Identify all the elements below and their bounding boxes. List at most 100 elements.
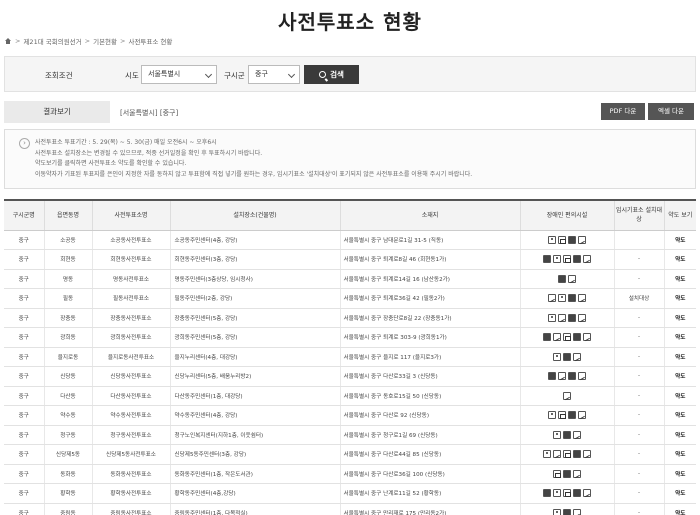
map-link[interactable]: 약도 [663, 308, 696, 328]
map-link[interactable]: 약도 [663, 425, 696, 445]
cell-facilities [519, 269, 614, 289]
map-link[interactable]: 약도 [663, 503, 696, 515]
cell-gu: 중구 [4, 288, 44, 309]
accessibility-icon [558, 313, 566, 322]
cell-place: 명동주민센터(3층상당, 임시청사) [169, 269, 340, 289]
notice-line: 사전투표소 설치장소는 변경될 수 있으므로, 적중 선거일정을 확인 후 투표… [35, 149, 263, 157]
excel-download-button[interactable]: 엑셀 다운 [648, 103, 694, 120]
cell-facilities [519, 366, 614, 387]
cell-dong: 약수동 [43, 405, 92, 426]
col-header: 소재지 [339, 199, 520, 231]
map-link[interactable]: 약도 [663, 444, 696, 465]
breadcrumb-item-election[interactable]: 제21대 국회의원선거 [23, 36, 81, 46]
tab-result[interactable]: 결과보기 [4, 101, 110, 123]
home-icon[interactable] [4, 37, 12, 45]
accessibility-icon [568, 372, 576, 381]
cell-temp-booth: - [613, 405, 664, 426]
cell-facilities [519, 386, 614, 406]
cell-gu: 중구 [4, 464, 44, 484]
cell-address: 서울특별시 중구 다산로 92 (신당동) [339, 405, 520, 426]
accessibility-icon [558, 274, 566, 283]
cell-dong: 회현동 [43, 249, 92, 270]
col-header: 설치장소(건물명) [169, 199, 340, 231]
cell-gu: 중구 [4, 308, 44, 328]
table-row: 중구 동화동 동화동사전투표소 동화동주민센터(1층, 작은도서관) 서울특별시 중구 … [4, 464, 696, 484]
cell-temp-booth: - [613, 425, 664, 445]
accessibility-icon [548, 372, 556, 381]
cell-place: 중림동주민센터(1층, 다목적실) [169, 503, 340, 515]
map-link[interactable]: 약도 [663, 405, 696, 426]
cell-address: 서울특별시 중구 다산로33길 3 (신당동) [339, 366, 520, 387]
cell-station-name: 황학동사전투표소 [91, 483, 170, 504]
cell-gu: 중구 [4, 366, 44, 387]
cell-temp-booth: - [613, 503, 664, 515]
cell-place: 황학동주민센터(4층,강당) [169, 483, 340, 504]
breadcrumb-item-current[interactable]: 사전투표소 현황 [128, 36, 172, 46]
map-link[interactable]: 약도 [663, 483, 696, 504]
map-link[interactable]: 약도 [663, 269, 696, 289]
map-link[interactable]: 약도 [663, 386, 696, 406]
cell-dong: 을지로동 [43, 347, 92, 367]
map-link[interactable]: 약도 [663, 464, 696, 484]
cell-gu: 중구 [4, 386, 44, 406]
breadcrumb-item-basic[interactable]: 기본현황 [93, 36, 117, 46]
col-header: 사전투표소명 [91, 199, 170, 231]
sido-select[interactable]: 서울특별시 [141, 65, 217, 84]
cell-place: 광희동주민센터(5층, 강당) [169, 327, 340, 348]
cell-address: 서울특별시 중구 동호로15길 50 (신당동) [339, 386, 520, 406]
cell-address: 서울특별시 중구 난계로11길 52 (황학동) [339, 483, 520, 504]
map-link[interactable]: 약도 [663, 347, 696, 367]
cell-facilities [519, 327, 614, 348]
cell-dong: 신당동 [43, 366, 92, 387]
notice-line: 사전투표소 투표기간 : 5. 29(목) ~ 5. 30(금) 매일 오전6시… [35, 139, 217, 146]
cell-temp-booth: - [613, 444, 664, 465]
notice-line: 약도보기를 클릭하면 사전투표소 약도를 확인할 수 있습니다. [35, 160, 187, 167]
accessibility-icon [548, 235, 556, 244]
cell-address: 서울특별시 중구 을지로 117 (을지로3가) [339, 347, 520, 367]
map-link[interactable]: 약도 [663, 230, 696, 250]
cell-address: 서울특별시 중구 장충단로8길 22 (장충동1가) [339, 308, 520, 328]
cell-station-name: 신당동사전투표소 [91, 366, 170, 387]
accessibility-icon [553, 333, 561, 342]
accessibility-icon [558, 372, 566, 381]
cell-place: 청구노인복지센터(지하1층, 이웃쉼터) [169, 425, 340, 445]
cell-facilities [519, 444, 614, 465]
table-row: 중구 황학동 황학동사전투표소 황학동주민센터(4층,강당) 서울특별시 중구 난계로1… [4, 483, 696, 504]
accessibility-icon [543, 489, 551, 498]
gu-label: 구시군 [224, 71, 245, 80]
cell-address: 서울특별시 중구 퇴계로 303-9 (광희동1가) [339, 327, 520, 348]
cell-station-name: 신당제5동사전투표소 [91, 444, 170, 465]
table-row: 중구 약수동 약수동사전투표소 약수동주민센터(4층, 강당) 서울특별시 중구 다산로… [4, 405, 696, 426]
map-link[interactable]: 약도 [663, 366, 696, 387]
cell-address: 서울특별시 중구 퇴계로36길 42 (필동2가) [339, 288, 520, 309]
cell-gu: 중구 [4, 347, 44, 367]
accessibility-icon [543, 333, 551, 342]
map-link[interactable]: 약도 [663, 327, 696, 348]
accessibility-icon [563, 391, 571, 400]
accessibility-icon [563, 508, 571, 515]
col-header: 임시기표소 설치대상 [613, 199, 664, 231]
result-region: [서울특별시] [중구] [120, 109, 179, 117]
accessibility-icon [578, 411, 586, 420]
map-link[interactable]: 약도 [663, 288, 696, 309]
cell-station-name: 필동사전투표소 [91, 288, 170, 309]
cell-place: 다산동주민센터(1층, 대강당) [169, 386, 340, 406]
gu-select[interactable]: 중구 [248, 65, 300, 84]
notice-line: 이동약자가 기표된 투표지를 은인이 지정한 자를 동하지 않고 투표함에 직접… [35, 170, 473, 178]
cell-address: 서울특별시 중구 청구로1길 69 (신당동) [339, 425, 520, 445]
cell-gu: 중구 [4, 444, 44, 465]
pdf-download-button[interactable]: PDF 다운 [601, 103, 645, 120]
result-bar: 결과보기 [서울특별시] [중구] PDF 다운 엑셀 다운 [4, 101, 696, 123]
accessibility-icon [583, 450, 591, 459]
search-button[interactable]: 검색 [304, 65, 359, 84]
accessibility-icon [548, 294, 556, 303]
cell-place: 장충동주민센터(5층, 강당) [169, 308, 340, 328]
cell-place: 필동주민센터(2층, 강당) [169, 288, 340, 309]
map-link[interactable]: 약도 [663, 249, 696, 270]
cell-temp-booth: - [613, 327, 664, 348]
table-row: 중구 청구동 청구동사전투표소 청구노인복지센터(지하1층, 이웃쉼터) 서울특별시 중… [4, 425, 696, 445]
cell-dong: 신당제5동 [43, 444, 92, 465]
table-header-row: 구시군명 읍면동명 사전투표소명 설치장소(건물명) 소재지 장애인 편의시설 … [4, 199, 696, 231]
table-row: 중구 신당제5동 신당제5동사전투표소 신당제5동주민센터(3층, 강당) 서울특별시 … [4, 444, 696, 465]
sido-label: 시도 [125, 71, 139, 80]
